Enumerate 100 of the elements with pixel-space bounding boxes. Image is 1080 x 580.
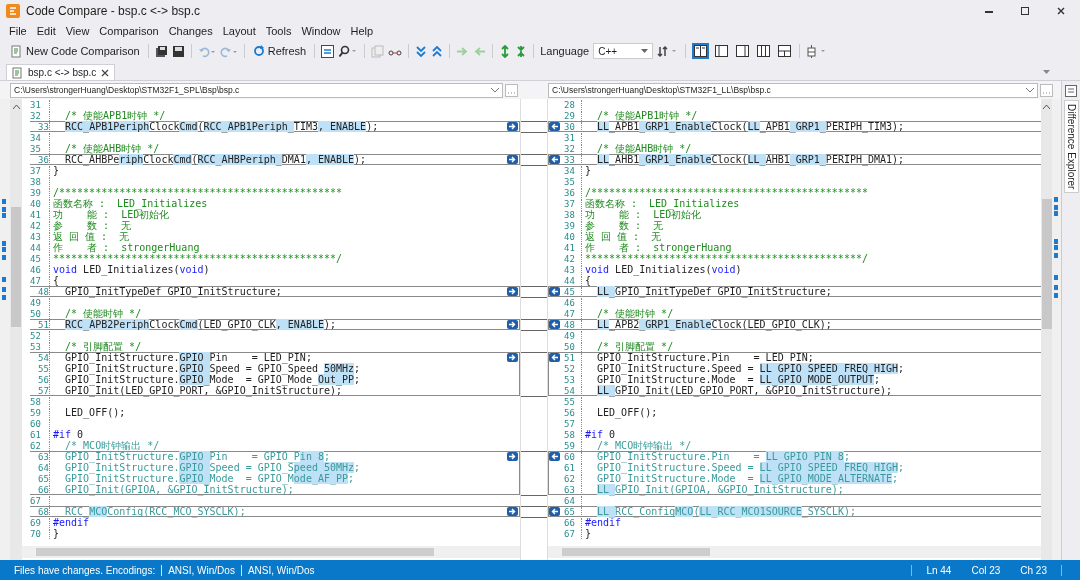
copy-to-right-button[interactable] (507, 122, 518, 131)
change-marker (1053, 285, 1058, 290)
copy-to-right-button[interactable] (507, 287, 518, 296)
swap-icon[interactable] (321, 44, 335, 58)
code-line: void LED_Initializes(void) (584, 264, 742, 275)
change-marker (2, 199, 6, 204)
close-icon[interactable] (1056, 6, 1066, 16)
line-number: 46 (22, 264, 50, 275)
language-dropdown[interactable]: C++ (593, 43, 654, 59)
line-number: 35 (22, 143, 50, 154)
line-number: 32 (22, 110, 50, 121)
code-line: 返 回 值 : 无 (584, 231, 662, 242)
menu-item[interactable]: Layout (217, 25, 261, 37)
line-number: 62 (562, 473, 582, 484)
code-line: } (584, 528, 592, 539)
copy-to-left-button[interactable] (549, 122, 560, 131)
line-number: 47 (22, 275, 50, 286)
search-icon[interactable] (338, 44, 359, 58)
line-number: 60 (562, 451, 582, 462)
menu-item[interactable]: Help (345, 25, 379, 37)
caret-icon (641, 48, 649, 54)
line-number: 48 (30, 286, 50, 297)
code-line: 作 者 : strongerHuang (52, 242, 200, 253)
line-number: 66 (562, 517, 582, 528)
copy-to-left-button[interactable] (549, 287, 560, 296)
code-line: #if 0 (584, 429, 616, 440)
refresh-button[interactable]: Refresh (250, 45, 309, 57)
line-number: 55 (30, 363, 50, 374)
line-number: 42 (562, 253, 582, 264)
expand-icon[interactable] (499, 44, 512, 58)
view-mode-button[interactable] (776, 43, 794, 59)
menu-item[interactable]: Edit (31, 25, 61, 37)
next-difference-icon[interactable] (415, 44, 428, 58)
maximize-icon[interactable] (1020, 6, 1030, 16)
line-number: 64 (562, 495, 582, 506)
line-number: 52 (22, 330, 50, 341)
code-line: GPIO_Init(LED_GPIO_PORT, &GPIO_InitStructure); (64, 385, 342, 396)
vertical-scrollbar[interactable] (10, 99, 22, 560)
scrollbar-thumb[interactable] (1042, 199, 1052, 329)
tab-list-icon[interactable] (1043, 70, 1050, 75)
line-number: 57 (30, 385, 50, 396)
menu-item[interactable]: Comparison (94, 25, 164, 37)
new-comparison-button[interactable]: New Code Comparison (8, 44, 142, 58)
arrow-right-icon (456, 44, 470, 58)
line-number: 32 (562, 143, 582, 154)
view-mode-button[interactable] (713, 43, 731, 59)
explorer-icon[interactable] (1065, 85, 1077, 97)
save-icon[interactable] (171, 44, 185, 58)
copy-to-right-button[interactable] (507, 155, 518, 164)
close-tab-icon[interactable] (101, 68, 110, 77)
copy-icon (371, 44, 385, 58)
collapse-icon[interactable] (515, 44, 528, 58)
copy-to-left-button[interactable] (549, 155, 560, 164)
line-number: 46 (562, 297, 582, 308)
view-mode-button[interactable] (734, 43, 752, 59)
connector-line (521, 451, 547, 496)
file-path-field[interactable]: C:\Users\strongerHuang\Desktop\STM32F1_SPL\Bsp\bsp.c (10, 82, 503, 98)
line-number: 61 (22, 429, 50, 440)
difference-explorer-tab[interactable]: Difference Explorer (1063, 100, 1079, 194)
line-number: 55 (562, 396, 582, 407)
line-number: 36 (30, 154, 50, 165)
horizontal-scrollbar[interactable] (22, 546, 520, 558)
save-all-icon[interactable] (154, 44, 168, 58)
file-path-field[interactable]: C:\Users\strongerHuang\Desktop\STM32F1_LL\Bsp\bsp.c (548, 82, 1038, 98)
line-number: 40 (22, 198, 50, 209)
menu-item[interactable]: File (4, 25, 32, 37)
view-mode-button[interactable] (692, 43, 710, 59)
line-number: 29 (562, 110, 582, 121)
scrollbar-thumb[interactable] (11, 207, 21, 327)
scroll-up-icon[interactable] (12, 104, 20, 109)
connector-line (521, 286, 547, 298)
menu-item[interactable]: Tools (260, 25, 297, 37)
connector-line (521, 506, 547, 518)
code-line: 参 数 : 无 (584, 220, 664, 231)
previous-difference-icon[interactable] (431, 44, 444, 58)
view-mode-button[interactable] (755, 43, 773, 59)
line-number: 51 (562, 352, 582, 363)
copy-to-right-button[interactable] (507, 320, 518, 329)
copy-to-left-button[interactable] (549, 353, 560, 362)
document-tab[interactable]: bsp.c <-> bsp.c (6, 64, 116, 80)
vertical-scrollbar[interactable] (1041, 99, 1052, 560)
scroll-up-icon[interactable] (1042, 104, 1050, 109)
line-number: 39 (22, 187, 50, 198)
menu-item[interactable]: Window (296, 25, 346, 37)
line-number: 63 (562, 484, 582, 495)
line-number: 34 (562, 165, 582, 176)
code-line: 函数名称 : LED_Initializes (52, 198, 208, 209)
horizontal-scrollbar[interactable] (548, 546, 1041, 558)
line-number: 40 (562, 231, 582, 242)
code-line: ***********************************************/ (52, 253, 342, 264)
copy-to-right-button[interactable] (507, 353, 518, 362)
code-line: LL_GPIO_Init(LED_GPIO_PORT, &GPIO_InitStructure); (596, 385, 893, 396)
code-line: { (52, 275, 60, 286)
code-line: /* 引脚配置 */ (596, 341, 674, 352)
menu-item[interactable]: View (60, 25, 95, 37)
copy-to-left-button[interactable] (549, 320, 560, 329)
code-line: LED_OFF(); (64, 407, 126, 418)
menu-item[interactable]: Changes (163, 25, 218, 37)
line-number: 43 (562, 264, 582, 275)
change-marker (1053, 253, 1058, 258)
